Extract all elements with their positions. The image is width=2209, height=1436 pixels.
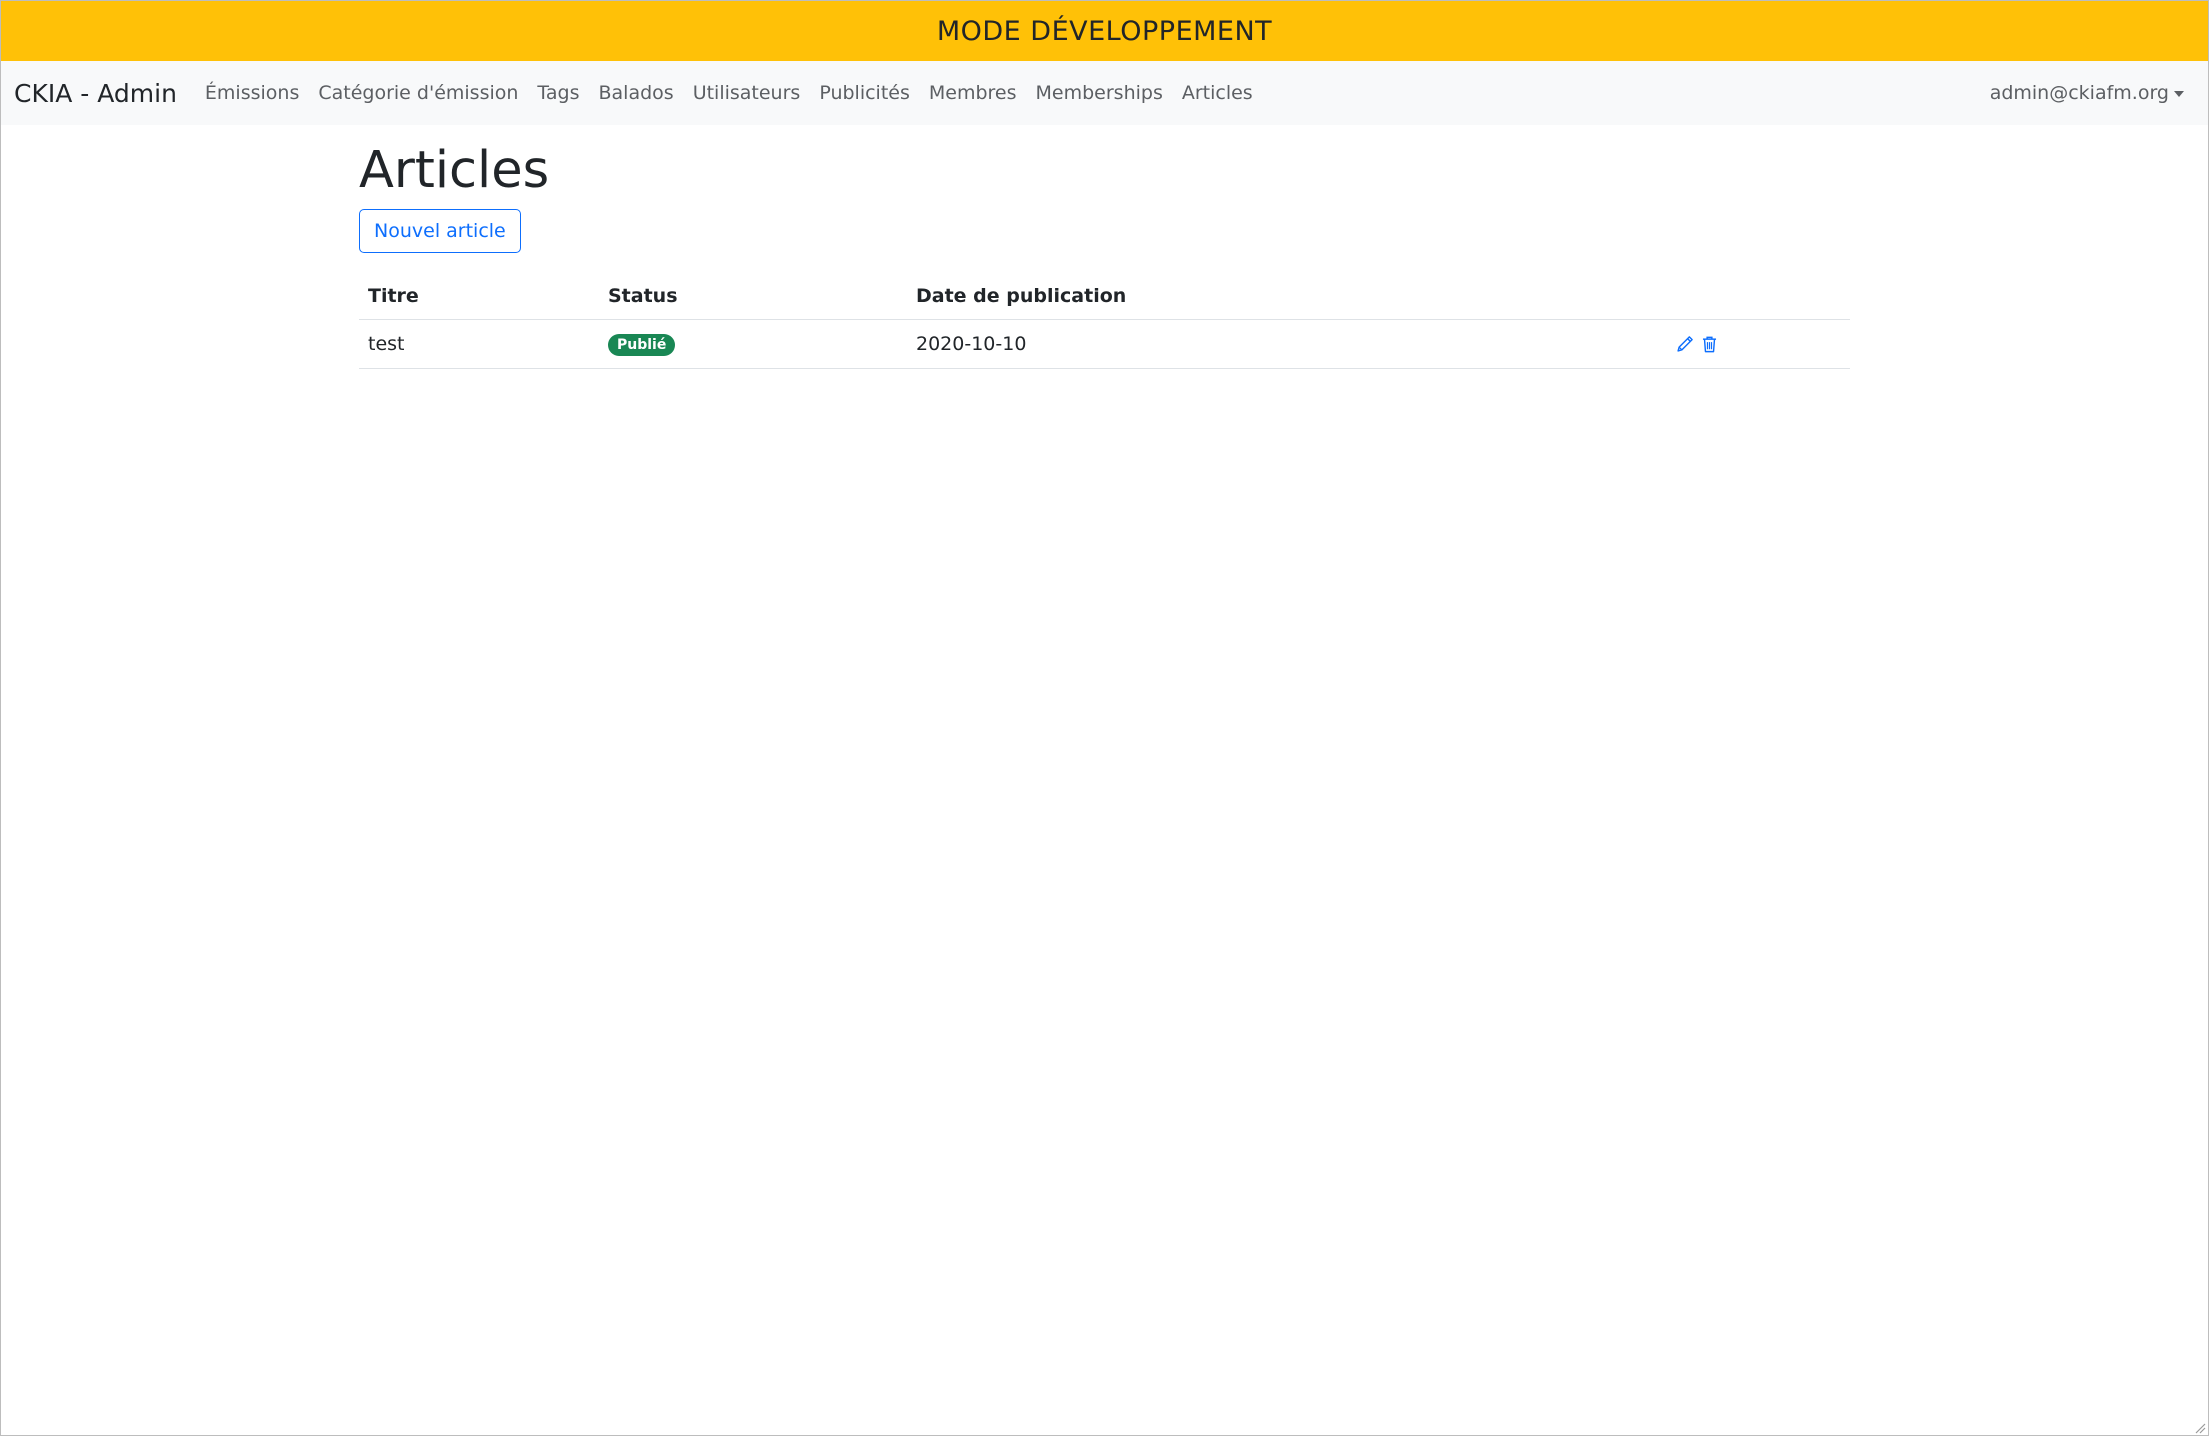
resize-grip-icon[interactable] xyxy=(2192,1419,2206,1434)
caret-down-icon xyxy=(2174,91,2184,97)
user-menu-dropdown[interactable]: admin@ckiafm.org xyxy=(1990,82,2184,104)
pencil-icon[interactable] xyxy=(1675,335,1694,354)
nav-link-publicites[interactable]: Publicités xyxy=(819,82,910,104)
article-actions-cell xyxy=(1666,319,1850,370)
nav-links: Émissions Catégorie d'émission Tags Bala… xyxy=(205,82,1272,104)
trash-icon[interactable] xyxy=(1700,335,1719,354)
nav-link-emissions[interactable]: Émissions xyxy=(205,82,299,104)
main-content: Articles Nouvel article Titre Status Dat… xyxy=(359,125,1850,370)
dev-mode-banner-text: MODE DÉVELOPPEMENT xyxy=(936,15,1273,47)
table-header-row: Titre Status Date de publication xyxy=(359,273,1850,321)
articles-table: Titre Status Date de publication test Pu… xyxy=(359,273,1850,370)
column-header-actions xyxy=(1666,273,1850,321)
table-row: test Publié 2020-10-10 xyxy=(359,319,1850,370)
article-date-cell: 2020-10-10 xyxy=(907,319,1666,370)
nav-link-tags[interactable]: Tags xyxy=(537,82,579,104)
navbar-brand[interactable]: CKIA - Admin xyxy=(14,79,177,108)
article-title-cell: test xyxy=(359,319,599,370)
top-navbar: CKIA - Admin Émissions Catégorie d'émiss… xyxy=(1,61,2208,125)
user-menu-label: admin@ckiafm.org xyxy=(1989,82,2169,104)
article-status-cell: Publié xyxy=(599,319,907,370)
column-header-title[interactable]: Titre xyxy=(359,273,599,321)
nav-link-utilisateurs[interactable]: Utilisateurs xyxy=(693,82,801,104)
nav-link-membres[interactable]: Membres xyxy=(929,82,1017,104)
page-title: Articles xyxy=(359,141,550,200)
nav-link-categorie-emission[interactable]: Catégorie d'émission xyxy=(318,82,518,104)
dev-mode-banner: MODE DÉVELOPPEMENT xyxy=(1,1,2208,61)
new-article-button[interactable]: Nouvel article xyxy=(359,209,521,254)
nav-link-balados[interactable]: Balados xyxy=(599,82,674,104)
page: MODE DÉVELOPPEMENT CKIA - Admin Émission… xyxy=(0,0,2209,1436)
column-header-publication-date[interactable]: Date de publication xyxy=(907,273,1666,321)
status-badge: Publié xyxy=(608,334,676,357)
nav-link-articles[interactable]: Articles xyxy=(1182,82,1253,104)
nav-link-memberships[interactable]: Memberships xyxy=(1036,82,1163,104)
column-header-status[interactable]: Status xyxy=(599,273,907,321)
